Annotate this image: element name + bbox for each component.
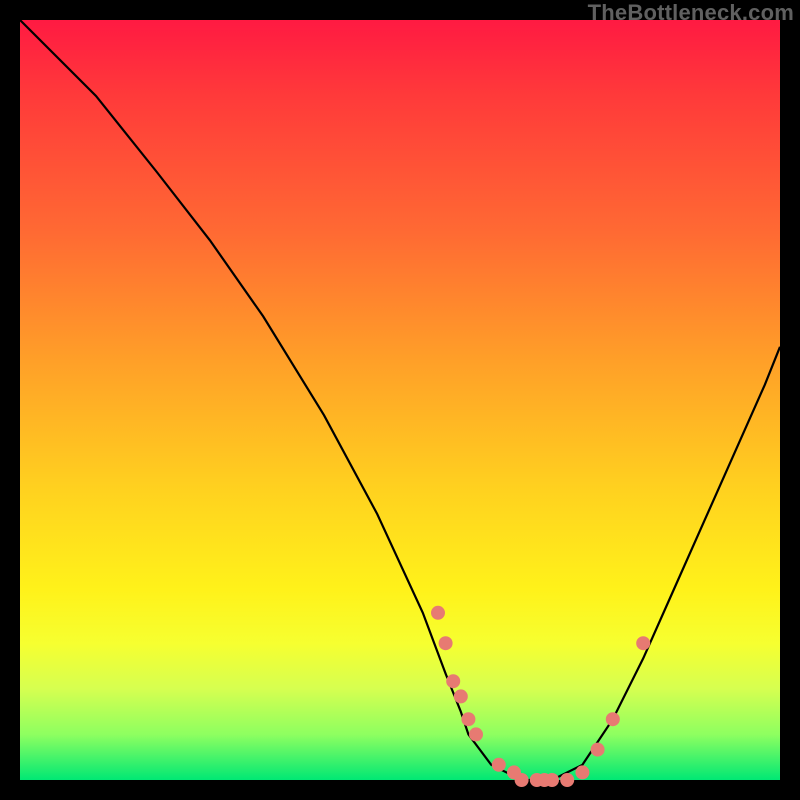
data-points-group <box>431 606 650 787</box>
data-point <box>492 758 506 772</box>
data-point <box>560 773 574 787</box>
data-point <box>591 743 605 757</box>
plot-area <box>20 20 780 780</box>
data-point <box>575 765 589 779</box>
data-point <box>515 773 529 787</box>
data-point <box>461 712 475 726</box>
data-point <box>636 636 650 650</box>
data-point <box>454 689 468 703</box>
data-point <box>446 674 460 688</box>
bottleneck-curve <box>20 20 780 780</box>
watermark-text: TheBottleneck.com <box>588 0 794 26</box>
data-point <box>606 712 620 726</box>
data-point <box>545 773 559 787</box>
chart-frame <box>18 18 782 782</box>
data-point <box>439 636 453 650</box>
data-point <box>431 606 445 620</box>
data-point <box>469 727 483 741</box>
curve-svg <box>20 20 780 780</box>
